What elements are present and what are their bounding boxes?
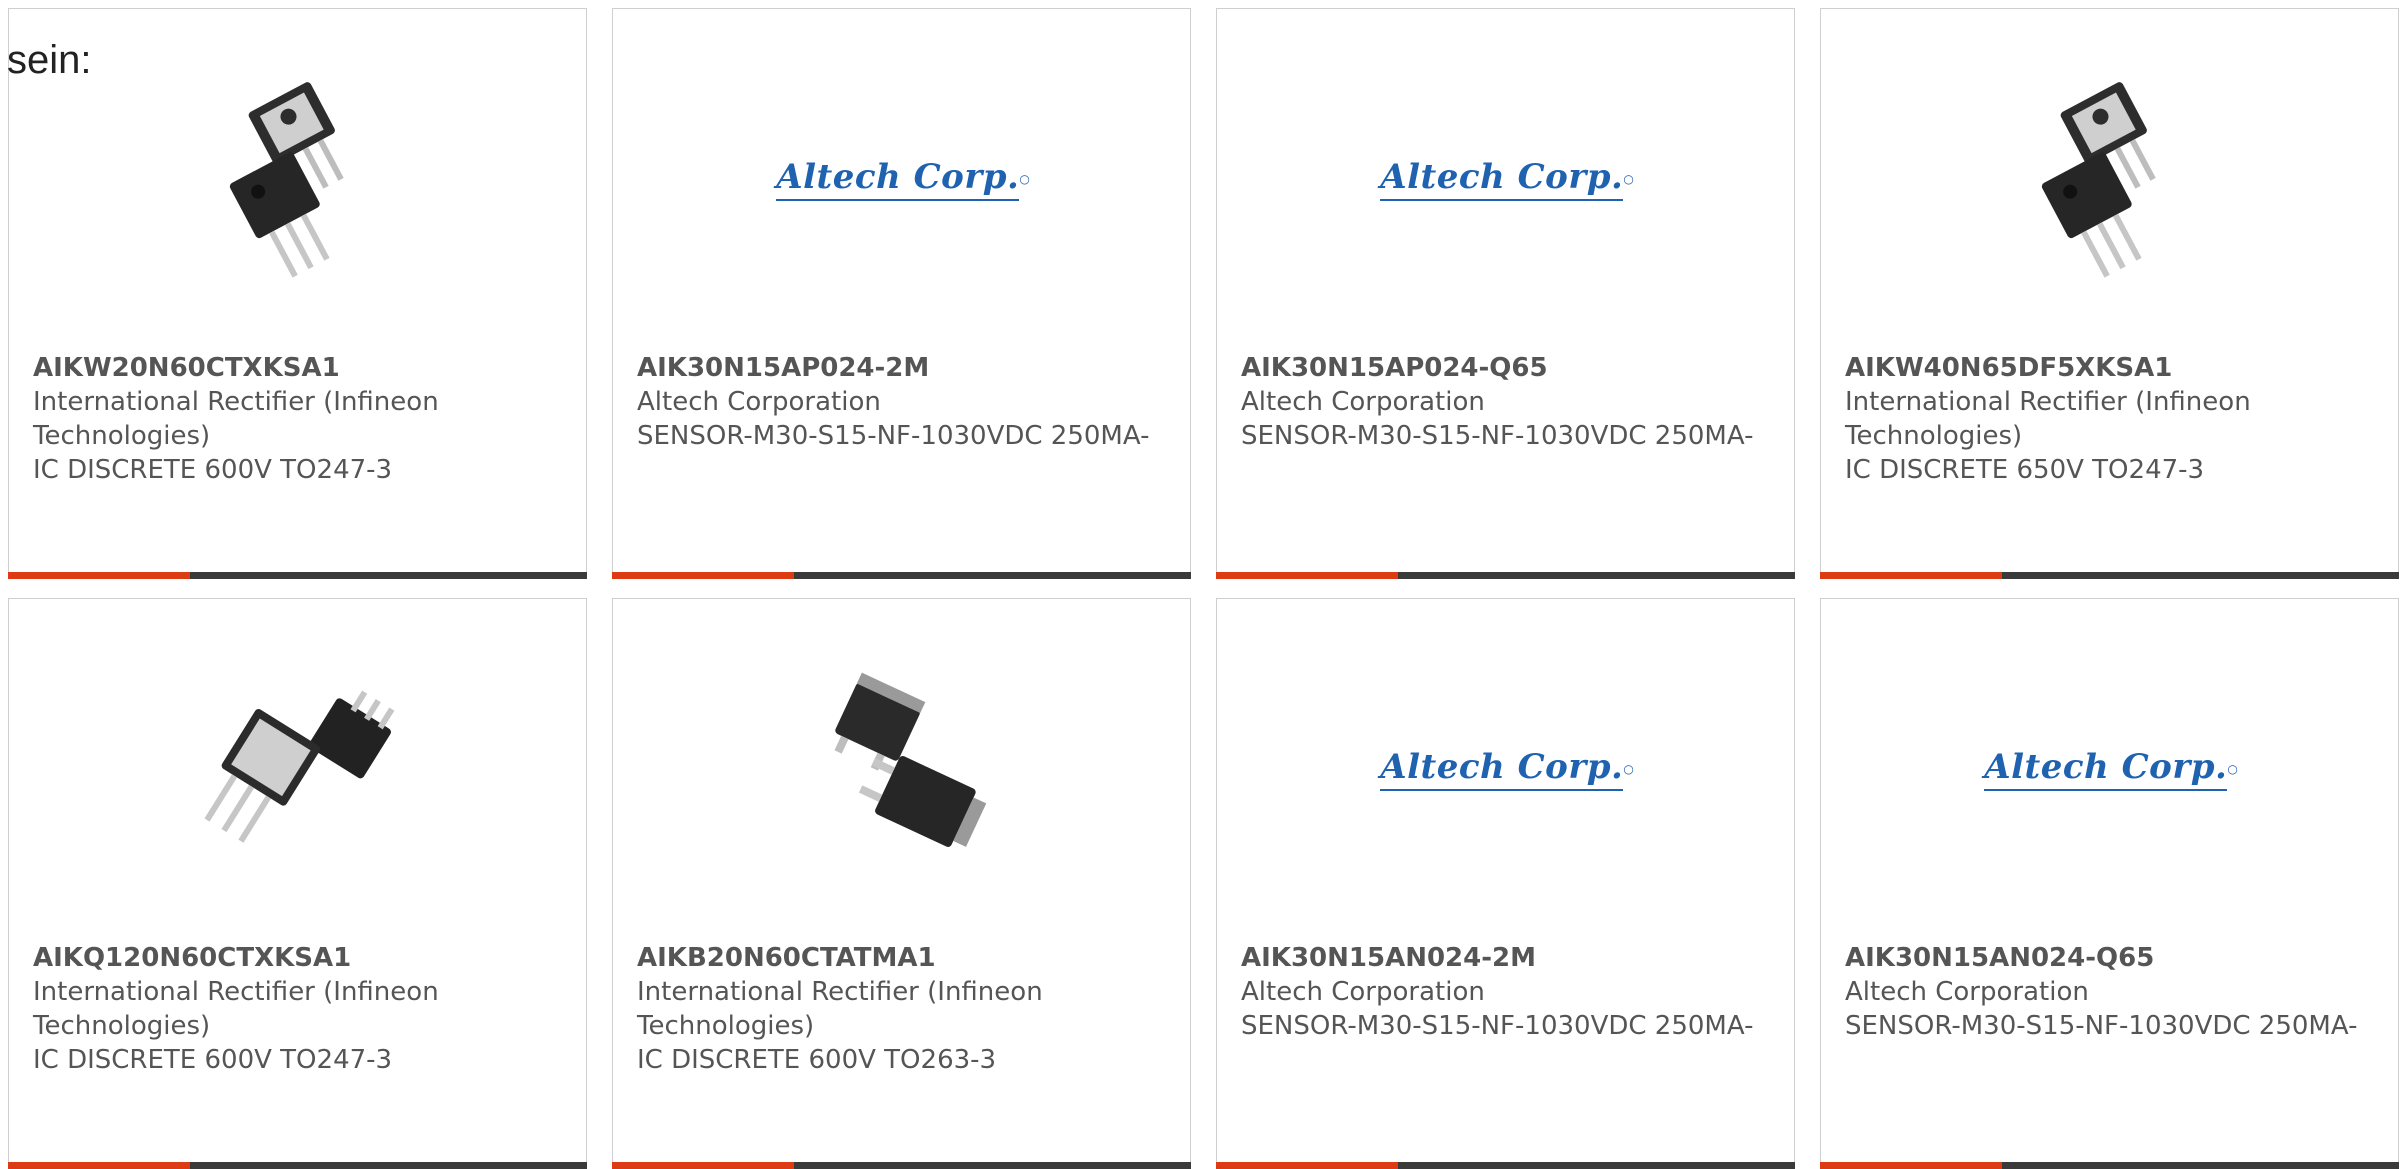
product-card[interactable]: Altech Corp. ○ AIK30N15AP024-2M Altech Co… [612,8,1191,579]
product-card[interactable]: Altech Corp. ○ AIK30N15AP024-Q65 Altech C… [1216,8,1795,579]
description: SENSOR-M30-S15-NF-1030VDC 250MA- [1845,1011,2358,1041]
manufacturer: Altech Corporation [1845,977,2089,1007]
part-number-link[interactable]: AIKB20N60CTATMA1 [637,941,1157,975]
card-accent [612,1162,794,1169]
part-number-link[interactable]: AIKW40N65DF5XKSA1 [1845,351,2365,385]
part-number-link[interactable]: AIK30N15AP024-2M [637,351,1157,385]
part-number-link[interactable]: AIK30N15AP024-Q65 [1241,351,1761,385]
part-number-link[interactable]: AIK30N15AN024-2M [1241,941,1761,975]
product-card[interactable]: AIKW40N65DF5XKSA1 International Rectifie… [1820,8,2399,579]
description: IC DISCRETE 650V TO247-3 [1845,455,2205,485]
registered-mark-icon: ○ [1019,172,1030,186]
card-bottom-bar [612,1162,1191,1169]
registered-mark-icon: ○ [1623,172,1634,186]
card-bottom-bar [1820,572,2399,579]
product-card[interactable]: AIKQ120N60CTXKSA1 International Rectifie… [8,598,587,1169]
altech-logo-text: Altech Corp. [1380,157,1624,201]
description: IC DISCRETE 600V TO263-3 [637,1045,997,1075]
card-bottom-bar [1820,1162,2399,1169]
manufacturer: Altech Corporation [1241,977,1485,1007]
product-card[interactable]: AIKW20N60CTXKSA1 International Rectifier… [8,8,587,579]
product-info: AIKQ120N60CTXKSA1 International Rectifie… [33,941,553,1077]
card-bottom-bar [8,572,587,579]
part-number-link[interactable]: AIKQ120N60CTXKSA1 [33,941,553,975]
to263-package-icon[interactable] [803,669,1003,869]
description: SENSOR-M30-S15-NF-1030VDC 250MA- [1241,421,1754,451]
card-accent [8,1162,190,1169]
product-card[interactable]: AIKB20N60CTATMA1 International Rectifier… [612,598,1191,1169]
manufacturer: Altech Corporation [637,387,881,417]
card-accent [612,572,794,579]
card-accent [8,572,190,579]
product-info: AIKW20N60CTXKSA1 International Rectifier… [33,351,553,487]
card-accent [1216,1162,1398,1169]
description: SENSOR-M30-S15-NF-1030VDC 250MA- [1241,1011,1754,1041]
description: SENSOR-M30-S15-NF-1030VDC 250MA- [637,421,1150,451]
product-info: AIKB20N60CTATMA1 International Rectifier… [637,941,1157,1077]
altech-logo[interactable]: Altech Corp. ○ [1380,79,1634,279]
product-card[interactable]: Altech Corp. ○ AIK30N15AN024-2M Altech Co… [1216,598,1795,1169]
intro-text: sein: [7,38,92,82]
product-info: AIK30N15AP024-2M Altech Corporation SENS… [637,351,1157,453]
registered-mark-icon: ○ [1623,762,1634,776]
card-accent [1216,572,1398,579]
part-number-link[interactable]: AIKW20N60CTXKSA1 [33,351,553,385]
description: IC DISCRETE 600V TO247-3 [33,455,393,485]
card-bottom-bar [1216,572,1795,579]
manufacturer: Altech Corporation [1241,387,1485,417]
altech-logo[interactable]: Altech Corp. ○ [1984,669,2238,869]
altech-logo-text: Altech Corp. [776,157,1020,201]
card-bottom-bar [612,572,1191,579]
part-number-link[interactable]: AIK30N15AN024-Q65 [1845,941,2365,975]
product-info: AIK30N15AN024-2M Altech Corporation SENS… [1241,941,1761,1043]
altech-logo[interactable]: Altech Corp. ○ [1380,669,1634,869]
altech-logo[interactable]: Altech Corp. ○ [776,79,1030,279]
manufacturer: International Rectifier (Infineon Techno… [33,387,439,451]
to247-package-icon[interactable] [2011,79,2211,279]
to247-package-icon[interactable] [199,79,399,279]
card-bottom-bar [8,1162,587,1169]
manufacturer: International Rectifier (Infineon Techno… [637,977,1043,1041]
product-info: AIK30N15AP024-Q65 Altech Corporation SEN… [1241,351,1761,453]
product-card[interactable]: Altech Corp. ○ AIK30N15AN024-Q65 Altech C… [1820,598,2399,1169]
altech-logo-text: Altech Corp. [1984,747,2228,791]
card-accent [1820,572,2002,579]
product-info: AIK30N15AN024-Q65 Altech Corporation SEN… [1845,941,2365,1043]
manufacturer: International Rectifier (Infineon Techno… [1845,387,2251,451]
product-grid: AIKW20N60CTXKSA1 International Rectifier… [0,0,2400,1169]
card-bottom-bar [1216,1162,1795,1169]
altech-logo-text: Altech Corp. [1380,747,1624,791]
card-accent [1820,1162,2002,1169]
manufacturer: International Rectifier (Infineon Techno… [33,977,439,1041]
to247-package-icon[interactable] [199,669,399,869]
product-info: AIKW40N65DF5XKSA1 International Rectifie… [1845,351,2365,487]
description: IC DISCRETE 600V TO247-3 [33,1045,393,1075]
registered-mark-icon: ○ [2227,762,2238,776]
